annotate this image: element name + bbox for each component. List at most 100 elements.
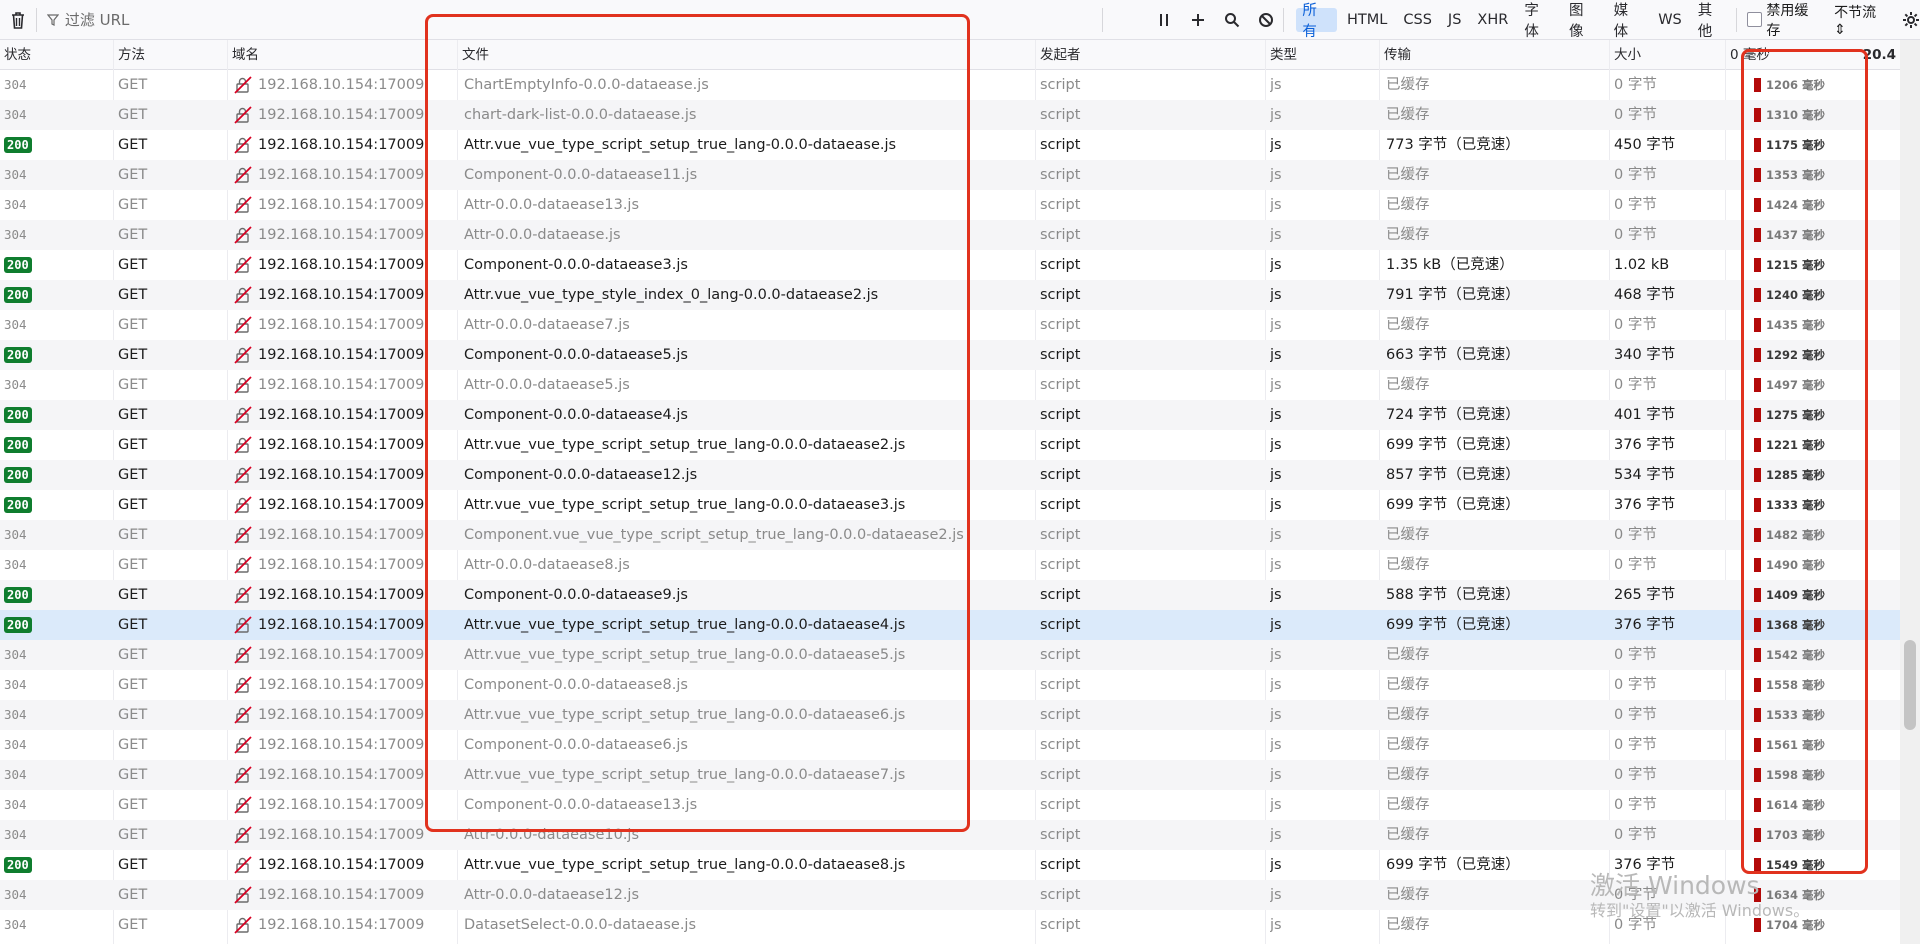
header-domain[interactable]: 域名 [228, 40, 458, 70]
type-filter-button[interactable]: 图像 [1563, 3, 1604, 40]
request-row[interactable]: 304 GET 192.168.10.154:17009 Attr-0.0.0-dat… [0, 310, 1900, 340]
request-row[interactable]: 200 GET 192.168.10.154:17009 Attr.vue_vue_t… [0, 130, 1900, 160]
request-row[interactable]: 304 GET 192.168.10.154:17009 Component-0.0.… [0, 160, 1900, 190]
status-code: 304 [4, 317, 27, 332]
scrollbar-thumb[interactable] [1904, 640, 1916, 730]
block-icon[interactable] [1249, 4, 1283, 36]
request-row[interactable]: 304 GET 192.168.10.154:17009 DatasetSelect-… [0, 910, 1900, 940]
method-cell: GET [118, 137, 148, 153]
type-cell: js [1270, 407, 1282, 423]
status-code: 304 [4, 557, 27, 572]
request-row[interactable]: 304 GET 192.168.10.154:17009 Attr.vue_vue_t… [0, 760, 1900, 790]
type-filter-button[interactable]: 字体 [1518, 3, 1559, 40]
type-filter-button[interactable]: 其他 [1692, 3, 1733, 40]
request-row[interactable]: 200 GET 192.168.10.154:17009 Attr.vue_vue_t… [0, 610, 1900, 640]
request-row[interactable]: 304 GET 192.168.10.154:17009 Attr-0.0.0-dat… [0, 550, 1900, 580]
type-filter-button[interactable]: JS [1442, 8, 1467, 32]
header-waterfall[interactable]: 0 毫秒 20.4 [1726, 40, 1900, 70]
status-cell: 304 [0, 730, 112, 760]
search-icon[interactable] [1215, 4, 1249, 36]
type-filter-button[interactable]: HTML [1341, 8, 1393, 32]
size-cell: 401 字节 [1614, 407, 1676, 423]
request-row[interactable]: 200 GET 192.168.10.154:17009 Component-0.0.… [0, 250, 1900, 280]
status-code: 304 [4, 77, 27, 92]
type-filter-button[interactable]: 所有 [1296, 3, 1338, 40]
request-row[interactable]: 200 GET 192.168.10.154:17009 Attr.vue_vue_t… [0, 850, 1900, 880]
request-row[interactable]: 200 GET 192.168.10.154:17009 Component-0.0.… [0, 340, 1900, 370]
header-initiator[interactable]: 发起者 [1036, 40, 1266, 70]
header-size[interactable]: 大小 [1610, 40, 1726, 70]
file-cell: Component-0.0.0-dataease6.js [464, 737, 688, 753]
insecure-lock-icon [234, 436, 252, 454]
header-method[interactable]: 方法 [114, 40, 228, 70]
initiator-cell: script [1040, 917, 1081, 933]
file-cell: Attr-0.0.0-dataease7.js [464, 317, 630, 333]
timing-label: 1292 毫秒 [1766, 348, 1826, 362]
type-cell: js [1270, 707, 1282, 723]
waterfall-bar [1754, 438, 1761, 452]
pause-icon[interactable] [1147, 4, 1181, 36]
type-filter-button[interactable]: XHR [1471, 8, 1514, 32]
vertical-scrollbar[interactable] [1900, 40, 1920, 944]
request-row[interactable]: 304 GET 192.168.10.154:17009 ChartEmptyInfo… [0, 70, 1900, 100]
request-row[interactable]: 200 GET 192.168.10.154:17009 Component-0.0.… [0, 460, 1900, 490]
disable-cache-checkbox[interactable]: 禁用缓存 [1747, 0, 1822, 40]
request-row[interactable]: 200 GET 192.168.10.154:17009 Component-0.0.… [0, 400, 1900, 430]
request-row[interactable]: 304 GET 192.168.10.154:17009 Attr.vue_vue_t… [0, 640, 1900, 670]
request-row[interactable]: 304 GET 192.168.10.154:17009 Attr-0.0.0-dat… [0, 220, 1900, 250]
request-row[interactable]: 200 GET 192.168.10.154:17009 Attr.vue_vue_t… [0, 280, 1900, 310]
request-row[interactable]: 304 GET 192.168.10.154:17009 Attr-0.0.0-dat… [0, 190, 1900, 220]
request-row[interactable]: 304 GET 192.168.10.154:17009 chart-dark-lis… [0, 100, 1900, 130]
request-row[interactable]: 304 GET 192.168.10.154:17009 Component.vue_… [0, 520, 1900, 550]
header-transfer[interactable]: 传输 [1380, 40, 1610, 70]
domain-text: 192.168.10.154:17009 [258, 677, 425, 693]
waterfall-bar [1754, 738, 1761, 752]
type-cell: js [1270, 227, 1282, 243]
status-code: 304 [4, 197, 27, 212]
timing-label: 1215 毫秒 [1766, 258, 1826, 272]
method-cell: GET [118, 887, 148, 903]
domain-cell: 192.168.10.154:17009 [232, 760, 454, 790]
request-row[interactable]: 304 GET 192.168.10.154:17009 Attr-0.0.0-dat… [0, 880, 1900, 910]
network-toolbar: 过滤 URL 所有 HTML CSS JS XHR 字体 图像 媒体 WS 其他 禁用缓存 不节流… [0, 0, 1920, 40]
domain-cell: 192.168.10.154:17009 [232, 790, 454, 820]
request-row[interactable]: 200 GET 192.168.10.154:17009 Component-0.0.… [0, 580, 1900, 610]
filter-url-input[interactable]: 过滤 URL [37, 9, 1103, 30]
size-cell: 0 字节 [1614, 827, 1657, 843]
waterfall-bar [1754, 78, 1761, 92]
header-status[interactable]: 状态 [0, 40, 114, 70]
request-row[interactable]: 304 GET 192.168.10.154:17009 Attr-0.0.0-dat… [0, 820, 1900, 850]
plus-icon[interactable] [1181, 4, 1215, 36]
status-code: 304 [4, 737, 27, 752]
domain-cell: 192.168.10.154:17009 [232, 550, 454, 580]
status-cell: 304 [0, 820, 112, 850]
gear-icon[interactable] [1902, 11, 1920, 29]
waterfall-cell: 1542 毫秒 [1730, 640, 1900, 670]
transfer-cell: 已缓存 [1386, 197, 1430, 213]
request-row[interactable]: 200 GET 192.168.10.154:17009 Attr.vue_vue_t… [0, 490, 1900, 520]
insecure-lock-icon [234, 256, 252, 274]
domain-cell: 192.168.10.154:17009 [232, 700, 454, 730]
waterfall-bar [1754, 258, 1761, 272]
insecure-lock-icon [234, 406, 252, 424]
trash-icon[interactable] [0, 0, 36, 40]
request-row[interactable]: 200 GET 192.168.10.154:17009 Attr.vue_vue_t… [0, 430, 1900, 460]
waterfall-cell: 1368 毫秒 [1730, 610, 1900, 640]
status-cell: 200 [0, 610, 112, 640]
request-row[interactable]: 304 GET 192.168.10.154:17009 Component-0.0.… [0, 670, 1900, 700]
type-filter-button[interactable]: 媒体 [1608, 3, 1649, 40]
insecure-lock-icon [234, 346, 252, 364]
header-type[interactable]: 类型 [1266, 40, 1380, 70]
throttle-select[interactable]: 不节流 ⇕ [1834, 2, 1892, 38]
type-filter-button[interactable]: CSS [1397, 8, 1438, 32]
type-filter-button[interactable]: WS [1652, 8, 1688, 32]
request-row[interactable]: 304 GET 192.168.10.154:17009 Attr.vue_vue_t… [0, 700, 1900, 730]
header-file[interactable]: 文件 [458, 40, 1036, 70]
request-row[interactable]: 304 GET 192.168.10.154:17009 Component-0.0.… [0, 730, 1900, 760]
checkbox-box[interactable] [1747, 12, 1763, 27]
timing-label: 1533 毫秒 [1766, 708, 1826, 722]
transfer-cell: 已缓存 [1386, 647, 1430, 663]
request-row[interactable]: 304 GET 192.168.10.154:17009 Component-0.0.… [0, 790, 1900, 820]
request-row[interactable]: 304 GET 192.168.10.154:17009 Attr-0.0.0-dat… [0, 370, 1900, 400]
status-cell: 304 [0, 910, 112, 940]
